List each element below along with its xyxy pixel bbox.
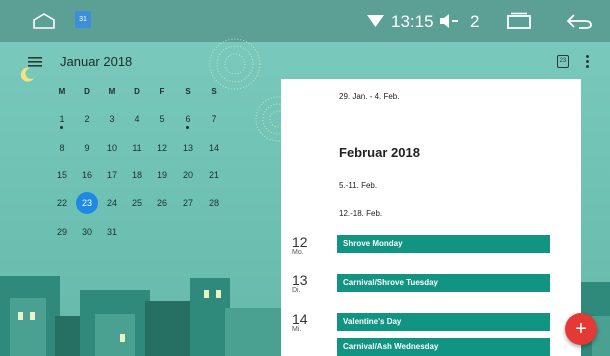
more-options-icon[interactable] bbox=[586, 55, 590, 69]
date-number: 13 bbox=[292, 272, 308, 288]
calendar-day[interactable]: 26 bbox=[152, 198, 172, 208]
calendar-day[interactable]: 23 bbox=[77, 198, 97, 208]
notification-count: 2 bbox=[470, 12, 480, 31]
calendar-day[interactable]: 13 bbox=[178, 143, 198, 153]
calendar-day[interactable]: 2 bbox=[77, 114, 97, 124]
volume-icon[interactable] bbox=[437, 13, 459, 29]
calendar-day[interactable]: 12 bbox=[152, 143, 172, 153]
weekday-header: D bbox=[134, 87, 140, 96]
weekday-header: S bbox=[185, 87, 191, 96]
clock: 13:15 bbox=[391, 12, 434, 31]
calendar-day[interactable]: 29 bbox=[52, 227, 72, 237]
calendar-day[interactable]: 31 bbox=[102, 227, 122, 237]
today-icon: 23 bbox=[559, 58, 567, 64]
calendar-app-icon: 31 bbox=[75, 11, 91, 28]
wifi-icon bbox=[367, 15, 384, 27]
menu-icon[interactable] bbox=[28, 56, 42, 68]
calendar-day[interactable]: 14 bbox=[204, 143, 224, 153]
event-chip[interactable]: Valentine's Day bbox=[337, 313, 550, 331]
month-heading: Februar 2018 bbox=[339, 145, 420, 160]
calendar-day[interactable]: 3 bbox=[102, 114, 122, 124]
weekday-header: F bbox=[159, 87, 165, 96]
today-button[interactable]: 23 bbox=[557, 55, 569, 68]
calendar-day[interactable]: 9 bbox=[77, 143, 97, 153]
moon-icon bbox=[20, 67, 34, 82]
calendar-day[interactable]: 20 bbox=[178, 170, 198, 180]
weekday-header: D bbox=[84, 87, 90, 96]
calendar-day[interactable]: 10 bbox=[102, 143, 122, 153]
calendar-day[interactable]: 16 bbox=[77, 170, 97, 180]
weekday-header: M bbox=[108, 87, 116, 96]
month-title[interactable]: Januar 2018 bbox=[60, 54, 132, 69]
date-weekday: Mi. bbox=[292, 326, 302, 333]
plus-icon: + bbox=[575, 318, 587, 340]
calendar-day[interactable]: 17 bbox=[102, 170, 122, 180]
calendar-day[interactable]: 4 bbox=[127, 114, 147, 124]
recents-icon[interactable] bbox=[506, 12, 532, 30]
date-number: 14 bbox=[292, 311, 308, 327]
calendar-day[interactable]: 21 bbox=[204, 170, 224, 180]
calendar-day[interactable]: 24 bbox=[102, 198, 122, 208]
event-chip[interactable]: Shrove Monday bbox=[337, 235, 550, 253]
status-bar: 31 13:15 2 bbox=[0, 0, 610, 42]
date-number: 12 bbox=[292, 234, 308, 250]
calendar-day[interactable]: 25 bbox=[127, 198, 147, 208]
schedule-list: 29. Jan. - 4. Feb. Februar 2018 5.-11. F… bbox=[281, 79, 581, 356]
calendar-day[interactable]: 28 bbox=[204, 198, 224, 208]
date-weekday: Mo. bbox=[292, 249, 304, 256]
calendar-day[interactable]: 27 bbox=[178, 198, 198, 208]
week-range: 5.-11. Feb. bbox=[339, 181, 378, 190]
weekday-header: S bbox=[211, 87, 217, 96]
calendar-day[interactable]: 7 bbox=[204, 114, 224, 124]
event-indicator-dot bbox=[186, 126, 189, 129]
calendar-day[interactable]: 15 bbox=[52, 170, 72, 180]
event-chip[interactable]: Carnival/Ash Wednesday bbox=[337, 338, 550, 356]
weekday-header: M bbox=[58, 87, 66, 96]
week-range: 12.-18. Feb. bbox=[339, 209, 383, 218]
event-indicator-dot bbox=[60, 126, 63, 129]
calendar-day[interactable]: 19 bbox=[152, 170, 172, 180]
calendar-day[interactable]: 22 bbox=[52, 198, 72, 208]
calendar-day[interactable]: 1 bbox=[52, 114, 72, 124]
calendar-day[interactable]: 8 bbox=[52, 143, 72, 153]
calendar-day[interactable]: 11 bbox=[127, 143, 147, 153]
calendar-day[interactable]: 30 bbox=[77, 227, 97, 237]
home-icon[interactable] bbox=[32, 12, 56, 30]
calendar-day[interactable]: 5 bbox=[152, 114, 172, 124]
calendar-day[interactable]: 6 bbox=[178, 114, 198, 124]
calendar-day[interactable]: 18 bbox=[127, 170, 147, 180]
back-icon[interactable] bbox=[565, 12, 593, 30]
event-chip[interactable]: Carnival/Shrove Tuesday bbox=[337, 274, 550, 292]
week-range: 29. Jan. - 4. Feb. bbox=[339, 92, 400, 101]
date-weekday: Di. bbox=[292, 287, 301, 294]
add-event-button[interactable]: + bbox=[565, 313, 597, 345]
